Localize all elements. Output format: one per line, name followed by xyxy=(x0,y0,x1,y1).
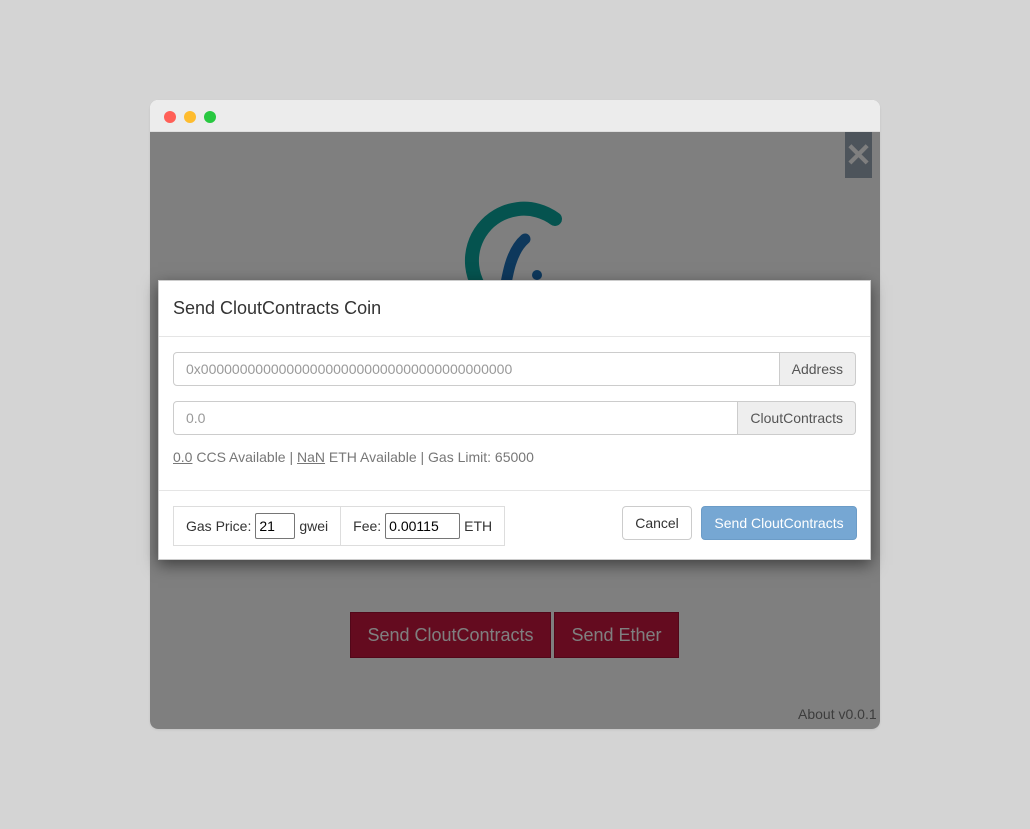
dialog-title: Send CloutContracts Coin xyxy=(173,298,382,318)
gas-unit-label: gwei xyxy=(299,518,329,534)
amount-addon: CloutContracts xyxy=(738,401,856,435)
address-input[interactable] xyxy=(173,352,780,386)
eth-available-label: ETH Available | Gas Limit: 65000 xyxy=(325,449,534,465)
availability-info: 0.0 CCS Available | NaN ETH Available | … xyxy=(173,449,856,465)
amount-input[interactable] xyxy=(173,401,739,435)
fee-unit-label: ETH xyxy=(464,518,493,534)
gas-price-label: Gas Price: xyxy=(186,518,252,534)
send-coin-dialog: Send CloutContracts Coin Address CloutCo… xyxy=(158,280,871,560)
address-addon: Address xyxy=(779,352,856,386)
minimize-window-button[interactable] xyxy=(184,111,196,123)
cancel-button[interactable]: Cancel xyxy=(622,506,692,540)
dialog-footer: Gas Price: gwei Fee: ETH Cancel Send Clo… xyxy=(159,490,870,559)
close-window-button[interactable] xyxy=(164,111,176,123)
dialog-body: Address CloutContracts 0.0 CCS Available… xyxy=(159,337,870,490)
eth-available-value[interactable]: NaN xyxy=(297,449,325,465)
fee-cell: Fee: ETH xyxy=(340,507,504,545)
fee-label: Fee: xyxy=(353,518,382,534)
dialog-header: Send CloutContracts Coin xyxy=(159,281,870,337)
ccs-available-label: CCS Available | xyxy=(192,449,298,465)
fee-settings: Gas Price: gwei Fee: ETH xyxy=(173,506,506,546)
gas-price-input[interactable] xyxy=(255,513,296,539)
send-button[interactable]: Send CloutContracts xyxy=(701,506,857,540)
amount-input-group: CloutContracts xyxy=(173,401,856,435)
fee-input[interactable] xyxy=(385,513,461,539)
address-input-group: Address xyxy=(173,352,856,386)
maximize-window-button[interactable] xyxy=(204,111,216,123)
title-bar xyxy=(150,100,880,132)
gas-price-cell: Gas Price: gwei xyxy=(174,507,340,545)
ccs-available-value[interactable]: 0.0 xyxy=(173,449,192,465)
